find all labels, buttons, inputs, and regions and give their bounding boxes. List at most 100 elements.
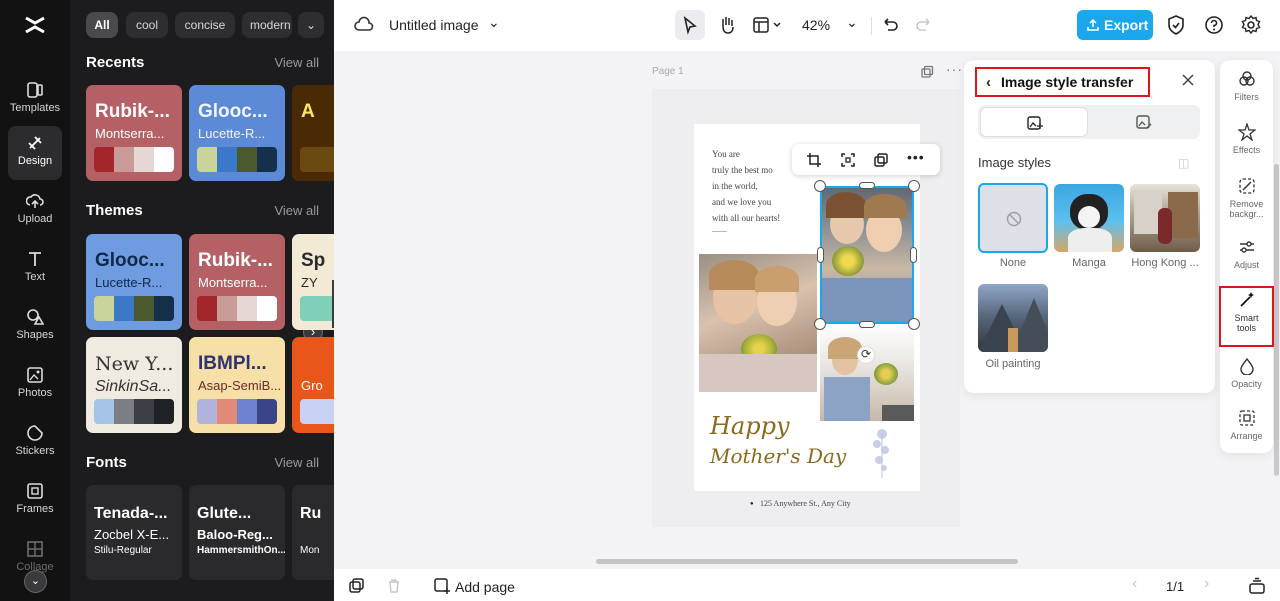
poster-address[interactable]: 125 Anywhere St., Any City xyxy=(760,499,851,508)
chip-all[interactable]: All xyxy=(86,12,118,38)
export-button[interactable]: Export xyxy=(1077,10,1153,40)
chips-more-button[interactable]: ⌄ xyxy=(298,12,324,38)
theme-card[interactable]: New Y... SinkinSa... xyxy=(86,337,182,433)
resize-handle-bottom[interactable] xyxy=(859,321,875,328)
poster-headline-happy[interactable]: Happy xyxy=(710,412,790,440)
theme-card[interactable]: Sp ZY xyxy=(292,234,334,330)
nav-photos[interactable]: Photos xyxy=(8,358,62,412)
theme-card[interactable]: Gro xyxy=(292,337,334,433)
selection-box[interactable] xyxy=(820,186,914,324)
rail-filters[interactable]: Filters xyxy=(1220,70,1273,102)
recent-card[interactable]: Glooc... Lucette-R... xyxy=(189,85,285,181)
color-swatches xyxy=(94,147,174,172)
zoom-dropdown-icon[interactable]: ⌄ xyxy=(846,14,858,31)
resize-handle-bottom-right[interactable] xyxy=(908,318,920,330)
prev-page-button[interactable]: ‹ xyxy=(1132,575,1137,593)
close-panel-button[interactable] xyxy=(1180,72,1196,93)
rail-arrange[interactable]: Arrange xyxy=(1220,409,1273,441)
chip-cool[interactable]: cool xyxy=(126,12,168,38)
resize-handle-top-right[interactable] xyxy=(908,180,920,192)
rail-adjust[interactable]: Adjust xyxy=(1220,238,1273,270)
next-page-button[interactable]: › xyxy=(1204,575,1209,593)
layout-dropdown-button[interactable] xyxy=(750,10,790,40)
nav-design[interactable]: Design xyxy=(8,126,62,180)
rotate-handle[interactable]: ⟳ xyxy=(857,346,875,364)
font-card[interactable]: Glute... Baloo-Reg... HammersmithOn... xyxy=(189,485,285,580)
nav-text[interactable]: Text xyxy=(8,242,62,296)
duplicate-page-button[interactable] xyxy=(920,65,934,84)
top-bar: Untitled image ⌄ 42% ⌄ Export xyxy=(334,0,1280,51)
nav-shapes[interactable]: Shapes xyxy=(8,300,62,354)
chip-concise[interactable]: concise xyxy=(175,12,235,38)
style-none[interactable] xyxy=(978,183,1048,253)
shield-button[interactable] xyxy=(1166,14,1186,41)
resize-handle-left[interactable] xyxy=(817,247,824,263)
recent-card-subheading: Montserra... xyxy=(95,126,165,141)
resize-handle-bottom-left[interactable] xyxy=(814,318,826,330)
crop-icon[interactable] xyxy=(806,152,822,168)
color-swatch xyxy=(197,399,217,424)
zoom-level[interactable]: 42% xyxy=(802,17,830,33)
design-icon xyxy=(28,136,42,150)
capcut-logo[interactable] xyxy=(23,13,47,42)
add-page-label[interactable]: Add page xyxy=(455,579,515,595)
font-card[interactable]: Ru Mon xyxy=(292,485,334,580)
theme-card[interactable]: Glooc... Lucette-R... xyxy=(86,234,182,330)
style-oil-painting[interactable] xyxy=(978,284,1048,352)
cloud-icon[interactable] xyxy=(354,15,374,40)
poster-headline-mothers-day[interactable]: Mother's Day xyxy=(710,444,846,468)
nav-stickers[interactable]: Stickers xyxy=(8,416,62,470)
fonts-view-all[interactable]: View all xyxy=(274,455,319,470)
resize-handle-top[interactable] xyxy=(859,182,875,189)
document-title[interactable]: Untitled image xyxy=(389,17,479,33)
redo-button[interactable] xyxy=(913,14,935,41)
horizontal-scrollbar[interactable] xyxy=(596,559,1018,564)
add-page-button[interactable] xyxy=(433,577,451,600)
shirt xyxy=(824,377,870,421)
page-more-button[interactable]: ··· xyxy=(946,61,963,77)
collapse-section-icon[interactable]: ◫ xyxy=(1178,156,1189,170)
replace-image-icon[interactable] xyxy=(840,152,856,168)
photo-mother-gift[interactable] xyxy=(820,327,914,421)
rail-effects[interactable]: Effects xyxy=(1220,123,1273,155)
chip-modern[interactable]: modern xyxy=(242,12,292,38)
theme-card-subheading: ZY xyxy=(301,275,318,290)
recent-card[interactable]: A xyxy=(292,85,334,181)
theme-card[interactable]: Rubik-... Montserra... xyxy=(189,234,285,330)
delete-page-button[interactable] xyxy=(386,578,402,599)
select-tool-button[interactable] xyxy=(675,10,705,40)
help-button[interactable] xyxy=(1203,14,1225,41)
theme-card-heading: Rubik-... xyxy=(198,250,273,271)
rail-remove-background[interactable]: Remove backgr... xyxy=(1220,177,1273,219)
copy-page-button[interactable] xyxy=(348,578,364,599)
collapse-nav-button[interactable]: ⌄ xyxy=(24,570,47,593)
theme-card[interactable]: IBMPl... Asap-SemiB... xyxy=(189,337,285,433)
tab-image-style[interactable] xyxy=(980,107,1088,137)
font-card[interactable]: Tenada-... Zocbel X-E... Stilu-Regular xyxy=(86,485,182,580)
photo-mother-daughter-hug[interactable] xyxy=(699,254,817,392)
poster-intro-text[interactable]: You are truly the best mo in the world, … xyxy=(712,146,780,226)
color-swatch xyxy=(217,147,237,172)
resize-handle-top-left[interactable] xyxy=(814,180,826,192)
undo-button[interactable] xyxy=(879,14,901,41)
vertical-scrollbar[interactable] xyxy=(1274,164,1279,476)
style-hong-kong[interactable] xyxy=(1130,184,1200,252)
recents-view-all[interactable]: View all xyxy=(274,55,319,70)
color-swatch xyxy=(237,399,257,424)
recent-card[interactable]: Rubik-... Montserra... xyxy=(86,85,182,181)
tab-image-edit[interactable] xyxy=(1090,107,1198,137)
pages-panel-button[interactable] xyxy=(1248,577,1266,600)
rail-opacity[interactable]: Opacity xyxy=(1220,357,1273,389)
more-horizontal-icon[interactable]: ••• xyxy=(907,149,925,165)
settings-button[interactable] xyxy=(1240,14,1262,41)
resize-handle-right[interactable] xyxy=(910,247,917,263)
nav-templates[interactable]: Templates xyxy=(8,73,62,127)
hand-tool-button[interactable] xyxy=(712,10,742,40)
style-manga[interactable] xyxy=(1054,184,1124,252)
hair-daughter xyxy=(755,266,799,292)
title-dropdown-icon[interactable]: ⌄ xyxy=(488,14,500,31)
duplicate-icon[interactable] xyxy=(873,152,889,168)
themes-view-all[interactable]: View all xyxy=(274,203,319,218)
nav-upload[interactable]: Upload xyxy=(8,184,62,238)
nav-frames[interactable]: Frames xyxy=(8,474,62,528)
